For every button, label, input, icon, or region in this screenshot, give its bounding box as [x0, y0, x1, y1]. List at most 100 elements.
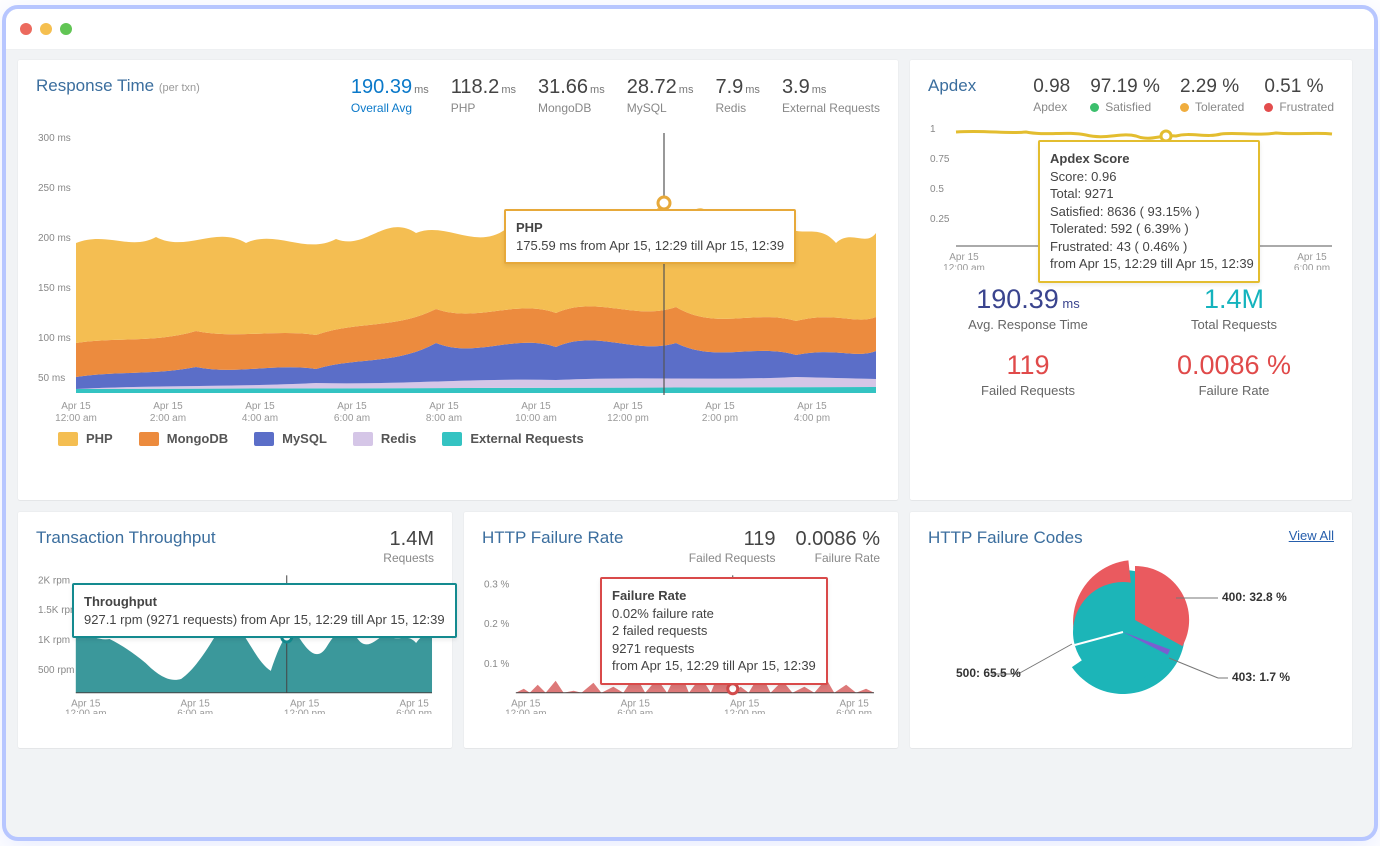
svg-text:300 ms: 300 ms: [38, 133, 71, 144]
svg-text:50 ms: 50 ms: [38, 373, 65, 384]
svg-text:6:00 pm: 6:00 pm: [836, 709, 872, 714]
legend-item[interactable]: MongoDB: [139, 431, 228, 446]
stat-value: 119: [689, 528, 776, 551]
apdex-chart[interactable]: 1 0.75 0.5 0.25 Apr 1512:00 amApr 156:00…: [928, 120, 1334, 270]
svg-text:6:00 pm: 6:00 pm: [1294, 263, 1330, 270]
failure-rate-chart[interactable]: 0.3 % 0.2 % 0.1 % Apr 1512:00 amApr 156:…: [482, 569, 880, 714]
window-titlebar: [6, 9, 1374, 50]
chart-tooltip: Throughput 927.1 rpm (9271 requests) fro…: [72, 583, 457, 638]
summary-stat: 1.4MTotal Requests: [1134, 284, 1334, 332]
svg-text:Apr 15: Apr 15: [797, 401, 827, 412]
legend-item[interactable]: Redis: [353, 431, 416, 446]
failure-codes-pie-chart[interactable]: 400: 32.8 % 403: 1.7 % 500: 65.5 %: [928, 548, 1334, 708]
svg-text:Apr 15: Apr 15: [153, 401, 183, 412]
panel-apdex: Apdex 0.98Apdex97.19 %Satisfied2.29 %Tol…: [910, 60, 1352, 500]
svg-text:6:00 pm: 6:00 pm: [396, 709, 432, 714]
metric: 118.2msPHP: [451, 76, 516, 115]
svg-text:4:00 am: 4:00 am: [242, 413, 278, 423]
stat-label: Failed Requests: [689, 551, 776, 565]
svg-text:12:00 am: 12:00 am: [65, 709, 106, 714]
svg-text:1K rpm: 1K rpm: [38, 635, 70, 646]
tooltip-title: Apdex Score: [1050, 151, 1129, 166]
tooltip-title: PHP: [516, 220, 543, 235]
pie-label-403: 403: 1.7 %: [1232, 670, 1290, 684]
throughput-chart[interactable]: 2K rpm 1.5K rpm 1K rpm 500 rpm Apr 151: [36, 569, 434, 714]
svg-text:6:00 am: 6:00 am: [617, 709, 653, 714]
svg-text:Apr 15: Apr 15: [949, 252, 979, 263]
svg-text:Apr 15: Apr 15: [613, 401, 643, 412]
svg-text:500 rpm: 500 rpm: [38, 665, 74, 676]
tooltip-title: Failure Rate: [612, 588, 686, 603]
svg-text:0.2 %: 0.2 %: [484, 619, 510, 630]
svg-text:Apr 15: Apr 15: [429, 401, 459, 412]
apdex-summary-stats: 190.39 msAvg. Response Time1.4MTotal Req…: [928, 284, 1334, 398]
svg-text:0.3 %: 0.3 %: [484, 579, 510, 590]
pie-label-500: 500: 65.5 %: [956, 666, 1021, 680]
svg-text:250 ms: 250 ms: [38, 183, 71, 194]
svg-text:12:00 am: 12:00 am: [505, 709, 546, 714]
svg-text:12:00 am: 12:00 am: [55, 413, 97, 423]
tooltip-title: Throughput: [84, 594, 157, 609]
panel-http-failure-codes: HTTP Failure Codes View All: [910, 512, 1352, 748]
metric: 3.9msExternal Requests: [782, 76, 880, 115]
panel-title: Apdex: [928, 76, 976, 114]
svg-text:Apr 15: Apr 15: [1297, 252, 1327, 263]
response-time-legend: PHP MongoDB MySQL Redis External Requests: [36, 423, 880, 446]
metric: 190.39msOverall Avg: [351, 76, 429, 115]
summary-stat: 0.0086 %Failure Rate: [1134, 350, 1334, 398]
pie-label-400: 400: 32.8 %: [1222, 590, 1287, 604]
stat-label: Failure Rate: [795, 551, 880, 565]
svg-text:200 ms: 200 ms: [38, 233, 71, 244]
legend-item[interactable]: MySQL: [254, 431, 327, 446]
svg-text:12:00 pm: 12:00 pm: [284, 709, 325, 714]
svg-text:Apr 15: Apr 15: [61, 401, 91, 412]
svg-text:0.1 %: 0.1 %: [484, 659, 510, 670]
apdex-metrics: 0.98Apdex97.19 %Satisfied2.29 %Tolerated…: [1033, 76, 1334, 114]
metric: 0.98Apdex: [1033, 76, 1070, 114]
chart-tooltip: PHP 175.59 ms from Apr 15, 12:29 till Ap…: [504, 209, 796, 264]
view-all-link[interactable]: View All: [1289, 528, 1334, 543]
title-text: Response Time: [36, 76, 154, 95]
legend-item[interactable]: PHP: [58, 431, 113, 446]
stat-label: Requests: [383, 551, 434, 565]
panel-title: HTTP Failure Codes: [928, 528, 1083, 548]
stat-value: 0.0086 %: [795, 528, 880, 551]
svg-text:Apr 15: Apr 15: [337, 401, 367, 412]
tooltip-body: 927.1 rpm (9271 requests) from Apr 15, 1…: [84, 612, 445, 627]
close-icon[interactable]: [20, 23, 32, 35]
svg-text:150 ms: 150 ms: [38, 283, 71, 294]
response-time-chart[interactable]: 300 ms 250 ms 200 ms 150 ms 100 ms 50 ms: [36, 123, 880, 423]
svg-text:8:00 am: 8:00 am: [426, 413, 462, 423]
svg-text:6:00 am: 6:00 am: [334, 413, 370, 423]
svg-text:12:00 pm: 12:00 pm: [724, 709, 765, 714]
chart-tooltip: Failure Rate 0.02% failure rate2 failed …: [600, 577, 828, 685]
svg-text:12:00 pm: 12:00 pm: [607, 413, 649, 423]
legend-item[interactable]: External Requests: [442, 431, 583, 446]
maximize-icon[interactable]: [60, 23, 72, 35]
svg-text:2:00 am: 2:00 am: [150, 413, 186, 423]
tooltip-lines: Score: 0.96Total: 9271Satisfied: 8636 ( …: [1050, 168, 1248, 273]
app-window: Response Time (per txn) 190.39msOverall …: [2, 5, 1378, 841]
tooltip-lines: 0.02% failure rate2 failed requests9271 …: [612, 605, 816, 675]
panel-response-time: Response Time (per txn) 190.39msOverall …: [18, 60, 898, 500]
response-time-metrics: 190.39msOverall Avg 118.2msPHP 31.66msMong…: [351, 76, 880, 115]
metric: 31.66msMongoDB: [538, 76, 605, 115]
svg-text:Apr 15: Apr 15: [521, 401, 551, 412]
panel-http-failure-rate: HTTP Failure Rate 119 Failed Requests 0.…: [464, 512, 898, 748]
tooltip-body: 175.59 ms from Apr 15, 12:29 till Apr 15…: [516, 238, 784, 253]
svg-text:0.25: 0.25: [930, 214, 950, 225]
panel-title: Transaction Throughput: [36, 528, 216, 548]
svg-text:0.5: 0.5: [930, 184, 944, 195]
svg-text:6:00 am: 6:00 am: [177, 709, 213, 714]
panel-title: Response Time (per txn): [36, 76, 200, 96]
title-subtext: (per txn): [159, 82, 200, 94]
svg-text:Apr 15: Apr 15: [245, 401, 275, 412]
stat-value: 1.4M: [383, 528, 434, 551]
summary-stat: 119Failed Requests: [928, 350, 1128, 398]
metric: 0.51 %Frustrated: [1264, 76, 1334, 114]
minimize-icon[interactable]: [40, 23, 52, 35]
svg-text:12:00 am: 12:00 am: [943, 263, 985, 270]
svg-text:4:00 pm: 4:00 pm: [794, 413, 830, 423]
panel-title: HTTP Failure Rate: [482, 528, 623, 548]
svg-text:1: 1: [930, 124, 936, 135]
